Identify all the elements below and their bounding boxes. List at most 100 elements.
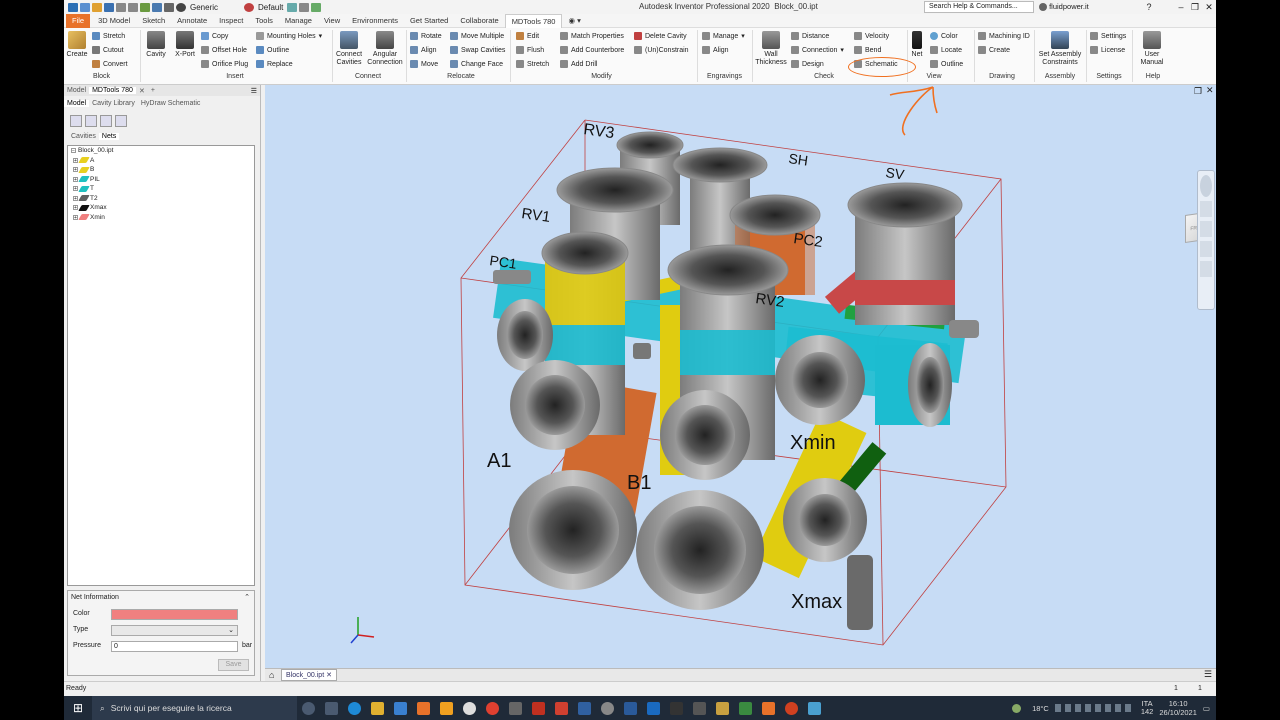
- app-icon-14[interactable]: [762, 701, 775, 715]
- save-button[interactable]: Save: [218, 659, 249, 671]
- cavity-button[interactable]: Cavity: [144, 31, 168, 59]
- clock[interactable]: 16:10 26/10/2021: [1159, 699, 1197, 717]
- swap-cavities-button[interactable]: Swap Cavities: [450, 46, 505, 54]
- tab-3d-model[interactable]: 3D Model: [92, 14, 136, 28]
- minimize-button[interactable]: –: [1174, 1, 1188, 13]
- stretch-button[interactable]: Stretch: [92, 32, 125, 40]
- drawing-create-button[interactable]: Create: [978, 46, 1010, 54]
- look-at-icon[interactable]: [1200, 261, 1212, 277]
- locate-button[interactable]: Locate: [930, 46, 962, 54]
- color-button[interactable]: Color: [930, 32, 958, 40]
- cortana-icon[interactable]: [302, 701, 315, 715]
- wall-thickness-button[interactable]: Wall Thickness: [754, 31, 788, 67]
- add-icon[interactable]: [311, 2, 322, 12]
- measure-icon[interactable]: [287, 2, 298, 12]
- subtab-hydraw-schematic[interactable]: HyDraw Schematic: [138, 100, 204, 107]
- velocity-button[interactable]: Velocity: [854, 32, 889, 40]
- engraving-align-button[interactable]: Align: [702, 46, 729, 54]
- tab-file[interactable]: File: [66, 13, 91, 28]
- move-multiple-button[interactable]: Move Multiple: [450, 32, 504, 40]
- rotate-button[interactable]: Rotate: [410, 32, 442, 40]
- mounting-holes-button[interactable]: Mounting Holes ▾: [256, 32, 322, 40]
- group-view[interactable]: View: [919, 73, 949, 80]
- inventor-taskbar-icon[interactable]: [417, 701, 430, 715]
- app-icon-12[interactable]: [716, 701, 729, 715]
- tab-menu-icon[interactable]: ☰: [1204, 669, 1212, 680]
- orbit-icon[interactable]: [1200, 241, 1212, 257]
- tab-model-browser[interactable]: Model: [64, 87, 89, 94]
- tree-node-t2[interactable]: + T2: [68, 194, 254, 204]
- help-icon[interactable]: ?: [1142, 1, 1156, 13]
- close-button[interactable]: ✕: [1202, 1, 1216, 13]
- pan-icon[interactable]: [1200, 201, 1212, 217]
- expand-icon[interactable]: +: [73, 205, 78, 211]
- match-properties-button[interactable]: Match Properties: [560, 32, 624, 40]
- tree-node-a[interactable]: + A: [68, 156, 254, 166]
- tree-node-t[interactable]: + T: [68, 184, 254, 194]
- tree-root[interactable]: − Block_00.ipt: [68, 146, 254, 156]
- tab-get-started[interactable]: Get Started: [404, 14, 454, 28]
- tab-manage[interactable]: Manage: [279, 14, 318, 28]
- add-panel-icon[interactable]: +: [148, 87, 158, 94]
- new-icon[interactable]: [80, 2, 90, 12]
- connection-button[interactable]: Connection ▾: [791, 46, 844, 54]
- save-icon[interactable]: [104, 2, 114, 12]
- create-block-button[interactable]: Create: [66, 31, 88, 59]
- offset-hole-button[interactable]: Offset Hole: [201, 46, 247, 54]
- fx-icon[interactable]: [299, 2, 310, 12]
- weather-icon[interactable]: [1012, 703, 1022, 713]
- view-outline-button[interactable]: Outline: [930, 60, 963, 68]
- store-icon[interactable]: [394, 701, 407, 715]
- document-tab[interactable]: Block_00.ipt ✕: [281, 669, 337, 681]
- machining-id-button[interactable]: Machining ID: [978, 32, 1030, 40]
- restore-button[interactable]: ❐: [1188, 1, 1202, 13]
- edge-icon[interactable]: [348, 701, 361, 715]
- app-icon-6[interactable]: [578, 701, 591, 715]
- close-viewport-icon[interactable]: ✕: [1206, 85, 1214, 96]
- change-face-button[interactable]: Change Face: [450, 60, 503, 68]
- expand-icon[interactable]: +: [73, 186, 78, 192]
- app-icon-4[interactable]: [532, 701, 545, 715]
- app-icon-10[interactable]: [670, 701, 683, 715]
- taskbar-search[interactable]: ⌕ Scrivi qui per eseguire la ricerca: [92, 696, 297, 720]
- group-connect[interactable]: Connect: [348, 73, 388, 80]
- home-icon[interactable]: ⌂: [269, 670, 274, 680]
- notification-icon[interactable]: ▭: [1203, 704, 1210, 713]
- tab-environments[interactable]: Environments: [346, 14, 404, 28]
- appearance-dropdown[interactable]: Default: [256, 3, 285, 12]
- tab-nets[interactable]: Nets: [98, 133, 120, 140]
- modify-stretch-button[interactable]: Stretch: [516, 60, 549, 68]
- xport-button[interactable]: X-Port: [172, 31, 198, 59]
- tab-view[interactable]: View: [318, 14, 346, 28]
- tree-node-xmax[interactable]: + Xmax: [68, 203, 254, 213]
- tree-node-xmin[interactable]: + Xmin: [68, 213, 254, 223]
- unconstrain-button[interactable]: (Un)Constrain: [634, 46, 689, 54]
- tab-mdtools-browser[interactable]: MDTools 780: [89, 87, 136, 94]
- app-icon-7[interactable]: [601, 701, 614, 715]
- tab-overflow-icon[interactable]: ◉ ▾: [562, 14, 586, 28]
- user-account[interactable]: fluidpower.it: [1039, 2, 1089, 12]
- cutout-button[interactable]: Cutout: [92, 46, 124, 54]
- refresh-icon[interactable]: [115, 115, 127, 127]
- file-explorer-icon[interactable]: [371, 701, 384, 715]
- app-icon-16[interactable]: [808, 701, 821, 715]
- close-panel-icon[interactable]: ✕: [136, 87, 148, 95]
- open-icon[interactable]: [92, 2, 102, 12]
- zoom-icon[interactable]: [1200, 221, 1212, 237]
- app-icon-2[interactable]: [463, 701, 476, 715]
- design-button[interactable]: Design: [791, 60, 824, 68]
- manage-button[interactable]: Manage ▾: [702, 32, 745, 40]
- panel-menu-icon[interactable]: ☰: [251, 87, 260, 95]
- tab-mdtools[interactable]: MDTools 780: [504, 13, 563, 28]
- outline-button[interactable]: Outline: [256, 46, 289, 54]
- app-icon-8[interactable]: [624, 701, 637, 715]
- chrome-icon[interactable]: [486, 701, 499, 715]
- align-button[interactable]: Align: [410, 46, 437, 54]
- subtab-model[interactable]: Model: [64, 100, 90, 107]
- bend-button[interactable]: Bend: [854, 46, 881, 54]
- app-icon-15[interactable]: [785, 701, 798, 715]
- search-input[interactable]: Search Help & Commands...: [924, 1, 1034, 13]
- move-button[interactable]: Move: [410, 60, 438, 68]
- net-button[interactable]: Net: [909, 31, 925, 59]
- angular-connection-button[interactable]: Angular Connection: [366, 31, 404, 67]
